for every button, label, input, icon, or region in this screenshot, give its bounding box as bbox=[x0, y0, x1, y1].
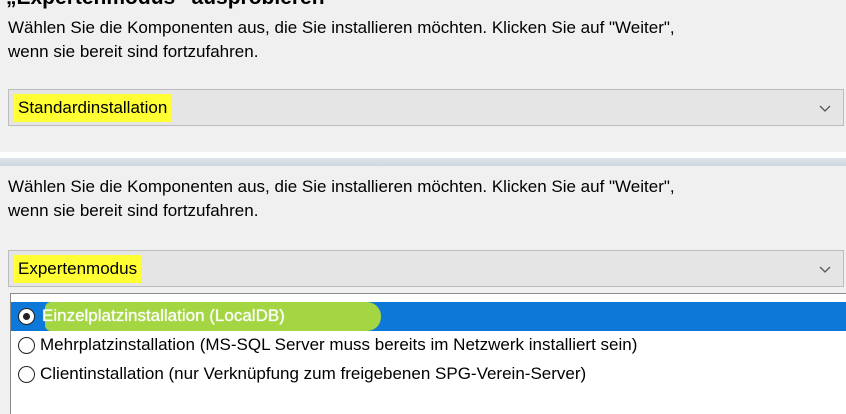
radio-client[interactable] bbox=[18, 366, 35, 383]
option-einzelplatz[interactable]: Einzelplatzinstallation (LocalDB) bbox=[11, 302, 846, 331]
option-label: Clientinstallation (nur Verknüpfung zum … bbox=[40, 364, 587, 383]
installation-type-combo-bottom[interactable]: Expertenmodus bbox=[8, 250, 844, 287]
divider bbox=[0, 152, 846, 166]
option-label: Einzelplatzinstallation (LocalDB) bbox=[42, 306, 285, 325]
chevron-down-icon bbox=[819, 105, 831, 112]
installation-options-list: Einzelplatzinstallation (LocalDB) Mehrpl… bbox=[10, 293, 846, 414]
instruction-text-bottom: Wählen Sie die Komponenten aus, die Sie … bbox=[8, 177, 675, 220]
installation-type-combo-top[interactable]: Standardinstallation bbox=[8, 89, 844, 126]
combo-value-top: Standardinstallation bbox=[14, 94, 172, 122]
option-mehrplatz[interactable]: Mehrplatzinstallation (MS-SQL Server mus… bbox=[11, 331, 846, 360]
radio-mehrplatz[interactable] bbox=[18, 337, 35, 354]
option-client[interactable]: Clientinstallation (nur Verknüpfung zum … bbox=[11, 360, 846, 389]
radio-dot-icon bbox=[22, 312, 30, 320]
option-label: Mehrplatzinstallation (MS-SQL Server mus… bbox=[40, 335, 638, 354]
cut-heading-text: „Expertenmodus“ ausprobieren bbox=[6, 0, 325, 10]
radio-einzelplatz[interactable] bbox=[18, 308, 35, 325]
instruction-text-top: Wählen Sie die Komponenten aus, die Sie … bbox=[8, 18, 675, 61]
combo-value-bottom: Expertenmodus bbox=[14, 255, 142, 283]
cut-heading: „Expertenmodus“ ausprobieren bbox=[0, 0, 846, 14]
chevron-down-icon bbox=[819, 266, 831, 273]
